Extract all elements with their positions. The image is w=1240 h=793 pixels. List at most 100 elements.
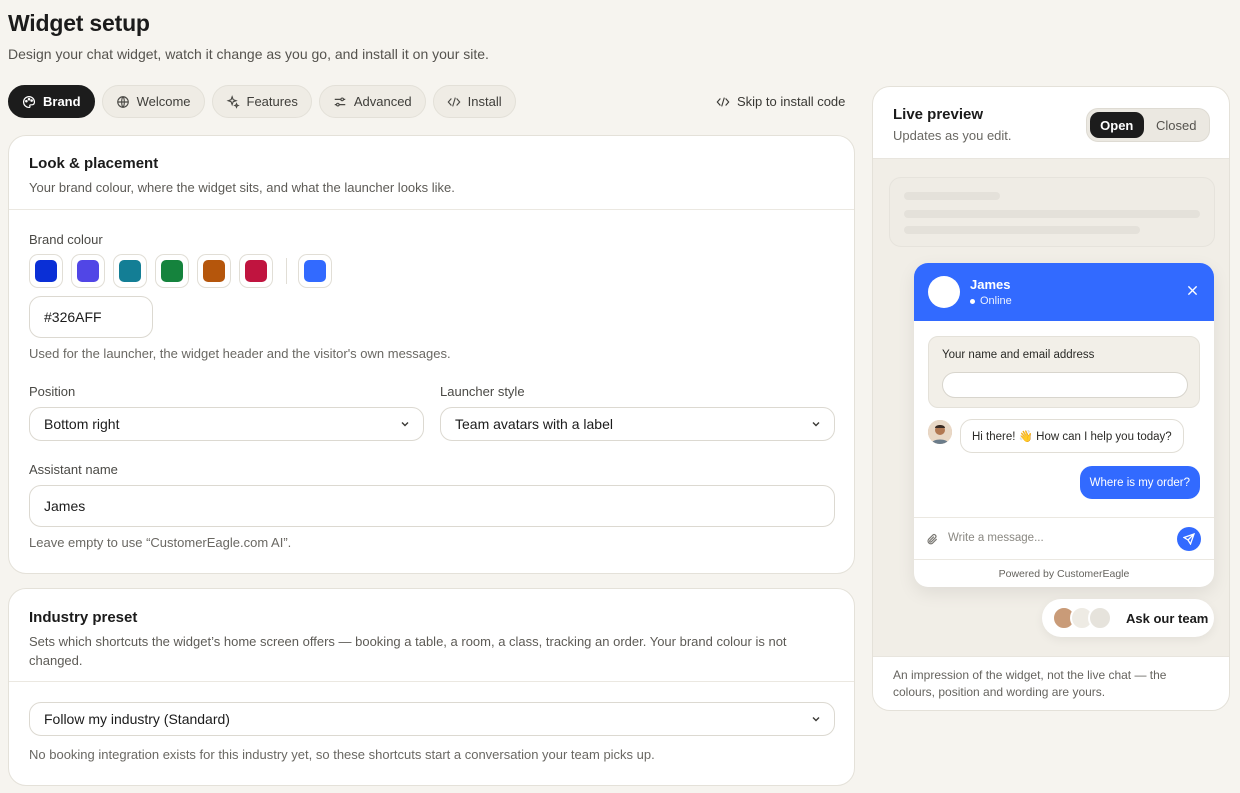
live-preview-panel: Live preview Updates as you edit. Open C…	[872, 86, 1230, 711]
swatch-fill	[245, 260, 267, 282]
hex-value: #326AFF	[44, 309, 102, 325]
divider	[9, 209, 854, 210]
message-input[interactable]: Write a message...	[948, 532, 1044, 544]
widget-status: Online	[970, 295, 1012, 307]
open-closed-toggle: Open Closed	[1086, 108, 1210, 142]
tab-features[interactable]: Features	[211, 85, 312, 118]
card-title: Industry preset	[29, 609, 138, 626]
swatch-fill	[35, 260, 57, 282]
skip-label: Skip to install code	[737, 94, 846, 109]
page-skeleton	[889, 177, 1215, 247]
sparkles-icon	[226, 94, 240, 109]
avatar	[928, 276, 960, 308]
powered-by: Powered by CustomerEagle	[914, 559, 1214, 587]
brand-colour-label: Brand colour	[29, 232, 103, 247]
name-email-input[interactable]	[942, 372, 1188, 398]
widget-header: James Online	[914, 263, 1214, 321]
visitor-message-bubble: Where is my order?	[1079, 466, 1200, 499]
sliders-icon	[334, 96, 346, 107]
swatch-separator	[286, 258, 287, 284]
position-value: Bottom right	[44, 416, 120, 432]
swatch-fill	[304, 260, 326, 282]
tab-install[interactable]: Install	[432, 85, 516, 118]
tab-label: Advanced	[353, 94, 412, 109]
person-icon	[928, 420, 952, 444]
colour-swatch[interactable]	[239, 254, 273, 288]
custom-colour-picker[interactable]	[298, 254, 332, 288]
chevron-down-icon	[812, 422, 820, 427]
send-icon	[1183, 533, 1195, 545]
swatch-fill	[77, 260, 99, 282]
skeleton-bar	[904, 210, 1200, 218]
code-icon	[716, 96, 730, 107]
toggle-open[interactable]: Open	[1090, 112, 1144, 138]
tab-bar: Brand Welcome Features Advanced Install	[8, 85, 516, 118]
send-button[interactable]	[1177, 527, 1201, 551]
tab-brand[interactable]: Brand	[8, 85, 95, 118]
industry-value: Follow my industry (Standard)	[44, 711, 230, 727]
team-avatar	[1088, 606, 1112, 630]
launcher-label: Ask our team	[1126, 610, 1209, 626]
status-text: Online	[980, 295, 1012, 307]
launcher-style-select[interactable]: Team avatars with a label	[440, 407, 835, 441]
agent-message-bubble: Hi there! 👋 How can I help you today?	[960, 419, 1184, 453]
position-label: Position	[29, 384, 76, 399]
tab-label: Features	[246, 94, 298, 109]
tab-label: Install	[467, 94, 502, 109]
page-title: Widget setup	[8, 10, 150, 36]
preview-title: Live preview	[893, 106, 984, 123]
launcher-style-value: Team avatars with a label	[455, 416, 613, 432]
message-composer: Write a message...	[914, 517, 1214, 559]
colour-swatch[interactable]	[155, 254, 189, 288]
colour-swatch[interactable]	[113, 254, 147, 288]
assistant-name-input[interactable]: James	[29, 485, 835, 527]
name-email-label: Your name and email address	[942, 349, 1095, 361]
position-select[interactable]: Bottom right	[29, 407, 424, 441]
industry-select[interactable]: Follow my industry (Standard)	[29, 702, 835, 736]
launcher-button[interactable]: Ask our team	[1042, 599, 1214, 637]
colour-swatch[interactable]	[197, 254, 231, 288]
agent-avatar	[928, 420, 952, 444]
swatch-fill	[203, 260, 225, 282]
divider	[9, 681, 854, 682]
code-icon	[447, 96, 461, 107]
industry-preset-card: Industry preset Sets which shortcuts the…	[8, 588, 855, 786]
assistant-name-help: Leave empty to use “CustomerEagle.com AI…	[29, 535, 292, 550]
palette-icon	[23, 95, 36, 108]
hex-colour-input[interactable]: #326AFF	[29, 296, 153, 338]
colour-swatch[interactable]	[29, 254, 63, 288]
launcher-style-label: Launcher style	[440, 384, 525, 399]
chat-widget-preview: James Online Your name and email address…	[914, 263, 1214, 587]
card-description: Sets which shortcuts the widget’s home s…	[29, 634, 787, 668]
swatch-fill	[119, 260, 141, 282]
paperclip-icon[interactable]	[926, 533, 939, 546]
globe-icon	[116, 95, 129, 108]
swatch-fill	[161, 260, 183, 282]
assistant-name-value: James	[44, 498, 86, 514]
chevron-down-icon	[401, 422, 409, 427]
chevron-down-icon	[812, 717, 820, 722]
look-placement-card: Look & placement Your brand colour, wher…	[8, 135, 855, 574]
tab-label: Welcome	[136, 94, 191, 109]
name-email-card: Your name and email address	[928, 336, 1200, 408]
skip-to-install-link[interactable]: Skip to install code	[716, 94, 845, 109]
widget-assistant-name: James	[970, 277, 1011, 292]
preview-footer-note: An impression of the widget, not the liv…	[873, 656, 1229, 710]
card-title: Look & placement	[29, 155, 159, 172]
skeleton-bar	[904, 226, 1140, 234]
online-dot	[970, 298, 975, 304]
card-description: Your brand colour, where the widget sits…	[29, 180, 455, 195]
preview-header: Live preview Updates as you edit. Open C…	[873, 87, 1229, 159]
colour-swatch[interactable]	[71, 254, 105, 288]
tab-advanced[interactable]: Advanced	[318, 85, 426, 118]
assistant-name-label: Assistant name	[29, 462, 118, 477]
tab-label: Brand	[43, 94, 81, 109]
tab-welcome[interactable]: Welcome	[101, 85, 205, 118]
page-subtitle: Design your chat widget, watch it change…	[8, 46, 489, 62]
toggle-closed[interactable]: Closed	[1147, 112, 1206, 138]
close-icon[interactable]	[1187, 285, 1198, 296]
industry-help: No booking integration exists for this i…	[29, 747, 655, 762]
brand-colour-help: Used for the launcher, the widget header…	[29, 346, 451, 361]
preview-subtitle: Updates as you edit.	[893, 128, 1012, 143]
skeleton-bar	[904, 192, 1000, 200]
